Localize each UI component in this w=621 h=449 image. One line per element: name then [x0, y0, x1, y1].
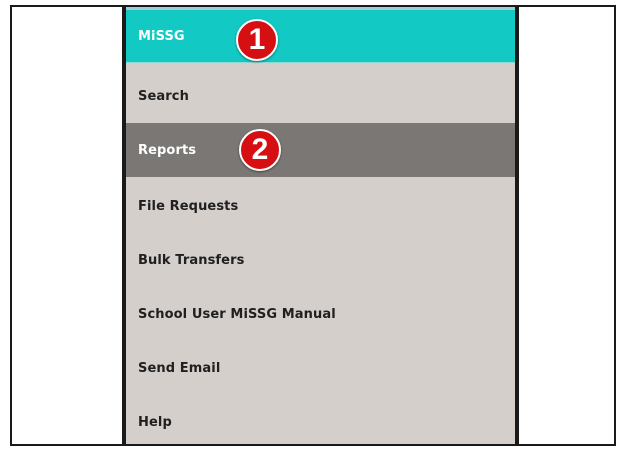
menu-item-label: File Requests	[138, 198, 239, 214]
menu-item-help[interactable]: Help	[126, 395, 515, 444]
menu-item-label: Send Email	[138, 360, 221, 376]
menu-item-label: Help	[138, 414, 172, 430]
menu-item-label: Bulk Transfers	[138, 252, 245, 268]
screenshot-frame: MiSSG Search Reports File Requests Bulk …	[0, 0, 621, 449]
menu-item-school-user-manual[interactable]: School User MiSSG Manual	[126, 287, 515, 341]
menu-item-label: Reports	[138, 142, 197, 158]
callout-badge-2: 2	[239, 129, 281, 171]
menu-item-search[interactable]: Search	[126, 69, 515, 123]
menu-item-label: MiSSG	[138, 28, 185, 44]
callout-badge-1: 1	[236, 19, 278, 61]
menu-item-file-requests[interactable]: File Requests	[126, 179, 515, 233]
menu-item-send-email[interactable]: Send Email	[126, 341, 515, 395]
menu-item-missg[interactable]: MiSSG	[126, 10, 515, 63]
right-column-divider	[515, 5, 519, 446]
menu-item-reports[interactable]: Reports	[126, 123, 515, 177]
menu-item-label: School User MiSSG Manual	[138, 306, 336, 322]
menu-item-bulk-transfers[interactable]: Bulk Transfers	[126, 233, 515, 287]
menu-item-label: Search	[138, 88, 189, 104]
navigation-menu: MiSSG Search Reports File Requests Bulk …	[126, 7, 515, 444]
